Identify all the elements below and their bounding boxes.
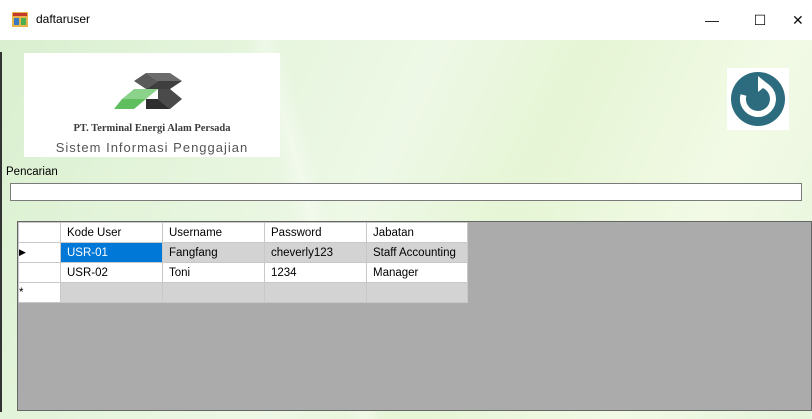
cell-username[interactable]: Fangfang <box>162 242 265 263</box>
header-row: Kode User Username Password Jabatan <box>18 222 468 243</box>
app-subtitle: Sistem Informasi Penggajian <box>55 140 249 155</box>
row-header-current[interactable]: ▶ <box>18 242 61 263</box>
refresh-icon <box>731 72 785 126</box>
new-cell-password[interactable] <box>264 282 367 303</box>
minimize-button[interactable]: — <box>696 8 728 32</box>
column-header-kode-user[interactable]: Kode User <box>60 222 163 243</box>
user-table: Kode User Username Password Jabatan ▶ US… <box>18 222 468 303</box>
column-header-jabatan[interactable]: Jabatan <box>366 222 468 243</box>
cell-username[interactable]: Toni <box>162 262 265 283</box>
cell-jabatan[interactable]: Staff Accounting <box>366 242 468 263</box>
cell-password[interactable]: cheverly123 <box>264 242 367 263</box>
left-border <box>0 52 2 412</box>
close-button[interactable]: ✕ <box>792 8 812 32</box>
table-row[interactable]: USR-02 Toni 1234 Manager <box>18 262 468 283</box>
form-body: PT. Terminal Energi Alam Persada Sistem … <box>0 40 812 419</box>
row-header[interactable] <box>18 262 61 283</box>
company-name: PT. Terminal Energi Alam Persada <box>73 123 231 134</box>
new-cell-jabatan[interactable] <box>366 282 468 303</box>
company-logo: PT. Terminal Energi Alam Persada Sistem … <box>24 53 280 157</box>
cube-logo-icon <box>114 73 182 109</box>
new-cell-username[interactable] <box>162 282 265 303</box>
user-data-grid[interactable]: Kode User Username Password Jabatan ▶ US… <box>17 221 812 411</box>
title-bar: daftaruser — ☐ ✕ <box>0 0 812 40</box>
refresh-button[interactable] <box>727 68 789 130</box>
new-row[interactable]: * <box>18 282 468 303</box>
maximize-button[interactable]: ☐ <box>744 8 776 32</box>
window-title: daftaruser <box>36 12 91 26</box>
new-cell-kode-user[interactable] <box>60 282 163 303</box>
cell-jabatan[interactable]: Manager <box>366 262 468 283</box>
cell-kode-user[interactable]: USR-02 <box>60 262 163 283</box>
cell-password[interactable]: 1234 <box>264 262 367 283</box>
column-header-username[interactable]: Username <box>162 222 265 243</box>
corner-header <box>18 222 61 243</box>
search-input[interactable] <box>10 183 802 201</box>
cell-kode-user[interactable]: USR-01 <box>60 242 163 263</box>
row-header-new[interactable]: * <box>18 282 61 303</box>
column-header-password[interactable]: Password <box>264 222 367 243</box>
table-row[interactable]: ▶ USR-01 Fangfang cheverly123 Staff Acco… <box>18 242 468 263</box>
form-icon <box>12 12 28 27</box>
search-label: Pencarian <box>6 166 58 178</box>
